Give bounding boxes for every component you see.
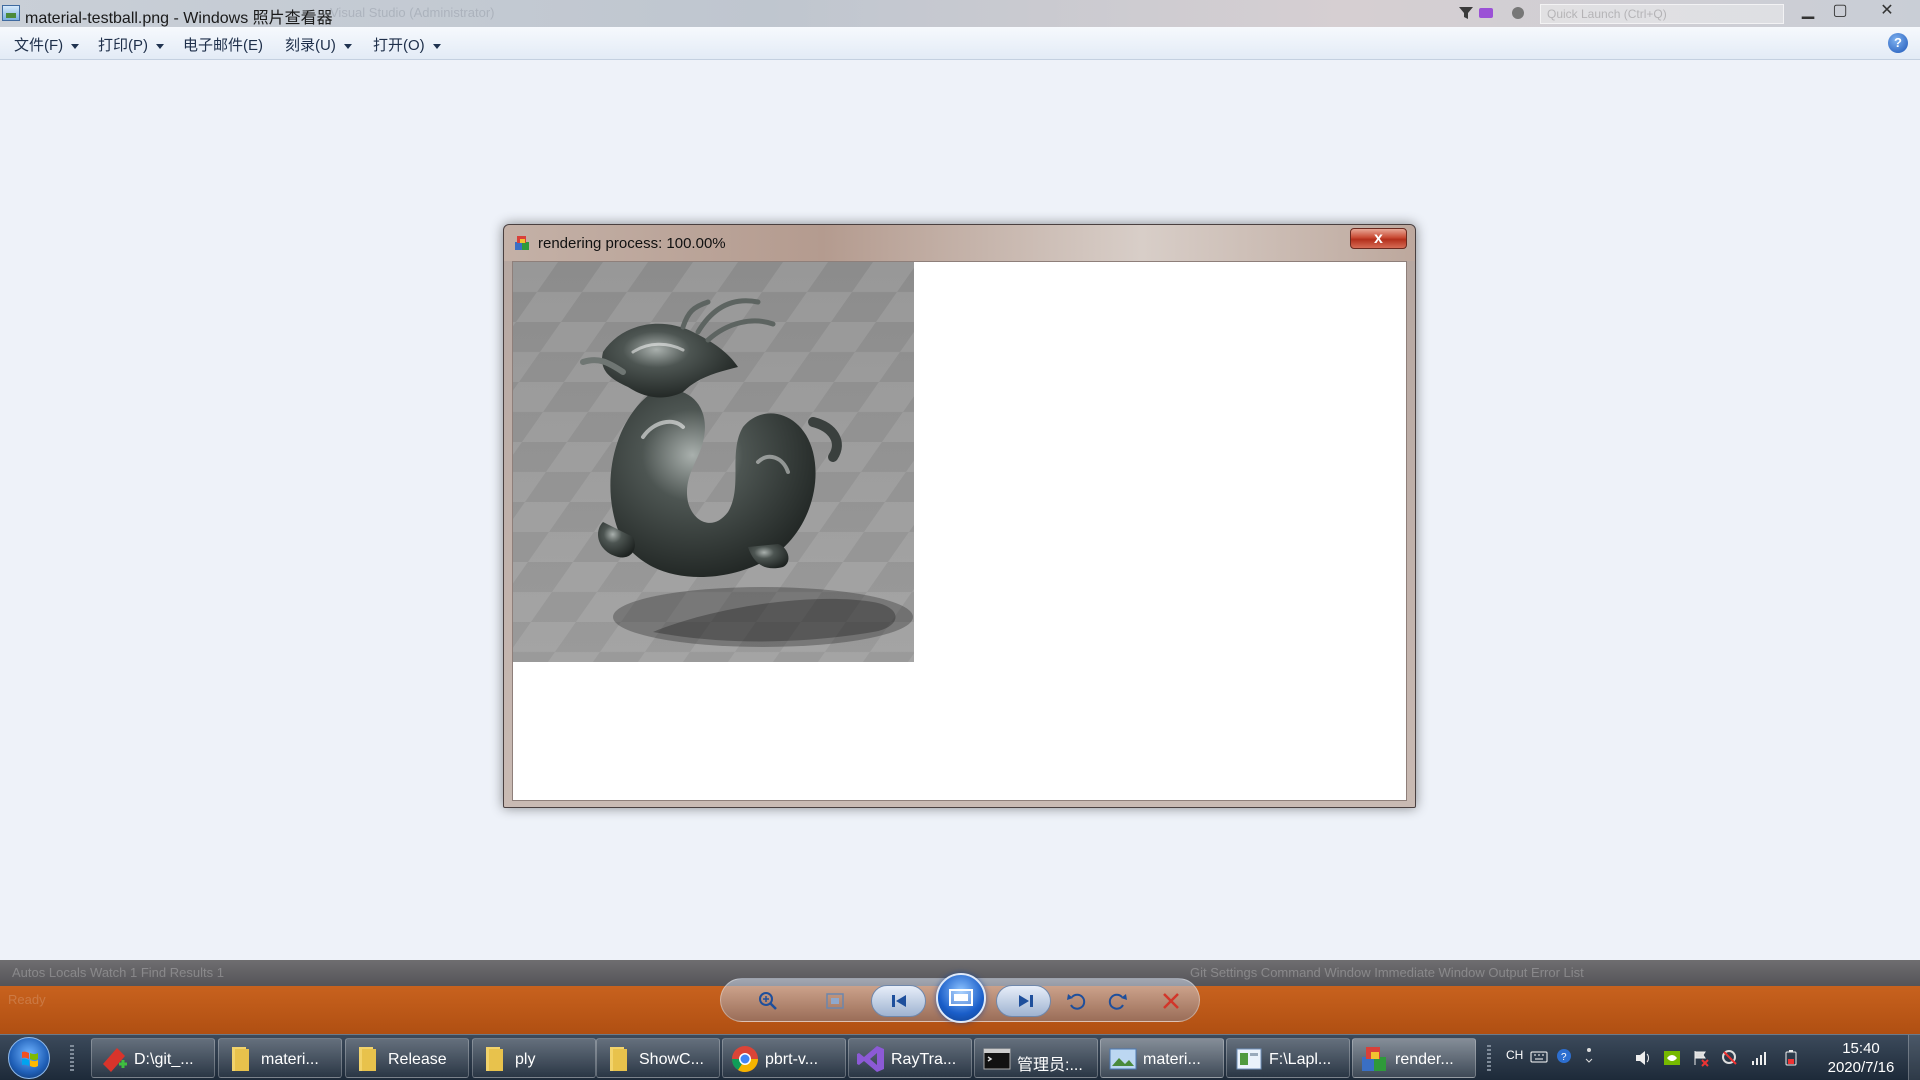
ide-status-text: Ready bbox=[8, 992, 46, 1007]
system-clock[interactable]: 15:40 2020/7/16 bbox=[1816, 1039, 1906, 1077]
title-bar: material-testball.png - Windows 照片查看器 Vi… bbox=[0, 0, 1920, 27]
taskbar-item-explorer[interactable]: F:\Lapl... bbox=[1226, 1038, 1350, 1078]
menu-bar: 文件(F) 打印(P) 电子邮件(E) 刻录(U) 打开(O) ? bbox=[0, 27, 1920, 60]
rotate-counterclockwise-button[interactable] bbox=[1063, 987, 1091, 1015]
menu-print[interactable]: 打印(P) bbox=[98, 34, 164, 55]
taskbar-item-ply-folder[interactable]: ply bbox=[472, 1038, 596, 1078]
dragon-render-graphic bbox=[513, 262, 914, 662]
rendering-window: rendering process: 100.00% x bbox=[503, 224, 1416, 808]
delete-icon bbox=[1163, 993, 1179, 1009]
folder-icon bbox=[486, 1047, 503, 1071]
previous-button[interactable] bbox=[885, 987, 913, 1015]
taskbar-grip bbox=[70, 1045, 74, 1071]
volume-icon[interactable] bbox=[1634, 1049, 1652, 1067]
photo-viewer-app-icon bbox=[2, 5, 20, 21]
taskbar-item-photo-viewer[interactable]: materi... bbox=[1100, 1038, 1224, 1078]
slideshow-button[interactable] bbox=[936, 973, 986, 1023]
background-window-title: Visual Studio (Administrator) bbox=[330, 5, 495, 20]
ime-indicator[interactable]: CH bbox=[1506, 1048, 1523, 1062]
taskbar-item-visual-studio[interactable]: RayTra... bbox=[848, 1038, 972, 1078]
ide-left-tabs: Autos Locals Watch 1 Find Results 1 bbox=[12, 965, 224, 980]
rendering-window-title: rendering process: 100.00% bbox=[538, 235, 726, 252]
explorer-window-icon bbox=[1236, 1048, 1262, 1070]
ide-right-tabs: Git Settings Command Window Immediate Wi… bbox=[1190, 965, 1584, 980]
zoom-button[interactable] bbox=[754, 987, 782, 1015]
menu-email[interactable]: 电子邮件(E) bbox=[183, 34, 263, 55]
render-image bbox=[513, 262, 914, 662]
rendering-window-titlebar[interactable]: rendering process: 100.00% x bbox=[504, 225, 1415, 261]
menu-file[interactable]: 文件(F) bbox=[14, 34, 80, 55]
delete-button[interactable] bbox=[1157, 987, 1185, 1015]
slideshow-icon bbox=[949, 989, 973, 1006]
photo-viewer-icon bbox=[1109, 1048, 1137, 1070]
zoom-icon bbox=[759, 992, 777, 1010]
quick-launch-input[interactable]: Quick Launch (Ctrl+Q) bbox=[1540, 4, 1784, 24]
taskbar-item-cmd[interactable]: 管理员:... bbox=[974, 1038, 1098, 1078]
visual-studio-icon bbox=[857, 1046, 884, 1072]
rotate-clockwise-button[interactable] bbox=[1103, 987, 1131, 1015]
keyboard-icon[interactable] bbox=[1530, 1050, 1548, 1064]
taskbar: D:\git_... materi... Release ply ShowC..… bbox=[0, 1034, 1920, 1080]
rotate-cw-icon bbox=[1108, 993, 1127, 1010]
start-button[interactable] bbox=[8, 1037, 50, 1079]
window-title: material-testball.png - Windows 照片查看器 bbox=[25, 10, 333, 27]
notification-icon bbox=[1479, 8, 1493, 18]
taskbar-item-showc-folder[interactable]: ShowC... bbox=[596, 1038, 720, 1078]
taskbar-item-chrome[interactable]: pbrt-v... bbox=[722, 1038, 846, 1078]
fit-to-window-button[interactable] bbox=[821, 987, 849, 1015]
previous-icon bbox=[892, 995, 906, 1007]
taskbar-item-git[interactable]: D:\git_... bbox=[91, 1038, 215, 1078]
windows-logo-icon bbox=[22, 1051, 38, 1068]
app-icon bbox=[1362, 1047, 1386, 1071]
next-icon bbox=[1019, 995, 1033, 1007]
nvidia-icon[interactable] bbox=[1663, 1049, 1681, 1067]
rendering-client-area bbox=[512, 261, 1407, 801]
maximize-button[interactable]: ▢ bbox=[1825, 0, 1855, 22]
taskbar-item-materials-folder[interactable]: materi... bbox=[218, 1038, 342, 1078]
rendering-close-button[interactable]: x bbox=[1350, 228, 1407, 249]
clock-date: 2020/7/16 bbox=[1827, 1059, 1895, 1076]
menu-open[interactable]: 打开(O) bbox=[373, 34, 441, 55]
svg-text:?: ? bbox=[1561, 1052, 1567, 1063]
minimize-button[interactable]: ▁ bbox=[1793, 0, 1823, 22]
show-desktop-button[interactable] bbox=[1908, 1035, 1920, 1080]
tray-grip bbox=[1487, 1045, 1491, 1071]
help-icon[interactable]: ? bbox=[1888, 33, 1908, 53]
feedback-icon bbox=[1512, 7, 1524, 19]
signal-icon[interactable] bbox=[1750, 1049, 1768, 1067]
next-button[interactable] bbox=[1012, 987, 1040, 1015]
fit-icon bbox=[826, 993, 844, 1009]
folder-icon bbox=[359, 1047, 376, 1071]
filter-icon bbox=[1459, 7, 1473, 19]
menu-burn[interactable]: 刻录(U) bbox=[285, 34, 352, 55]
close-window-button[interactable]: ✕ bbox=[1872, 0, 1902, 22]
close-icon: x bbox=[1374, 230, 1383, 247]
clock-time: 15:40 bbox=[1842, 1040, 1880, 1057]
rotate-ccw-icon bbox=[1067, 993, 1086, 1010]
action-center-icon[interactable] bbox=[1692, 1049, 1710, 1067]
cmd-icon bbox=[983, 1048, 1011, 1070]
chrome-icon bbox=[731, 1046, 759, 1073]
tray-options-icon[interactable] bbox=[1584, 1045, 1594, 1069]
folder-icon bbox=[610, 1047, 627, 1071]
help-tray-icon[interactable]: ? bbox=[1556, 1048, 1572, 1064]
taskbar-item-render[interactable]: render... bbox=[1352, 1038, 1476, 1078]
git-icon bbox=[103, 1048, 127, 1072]
rendering-app-icon bbox=[515, 236, 529, 250]
folder-icon bbox=[232, 1047, 249, 1071]
network-warning-icon[interactable] bbox=[1721, 1049, 1739, 1067]
battery-icon[interactable] bbox=[1782, 1049, 1800, 1067]
taskbar-item-release-folder[interactable]: Release bbox=[345, 1038, 469, 1078]
